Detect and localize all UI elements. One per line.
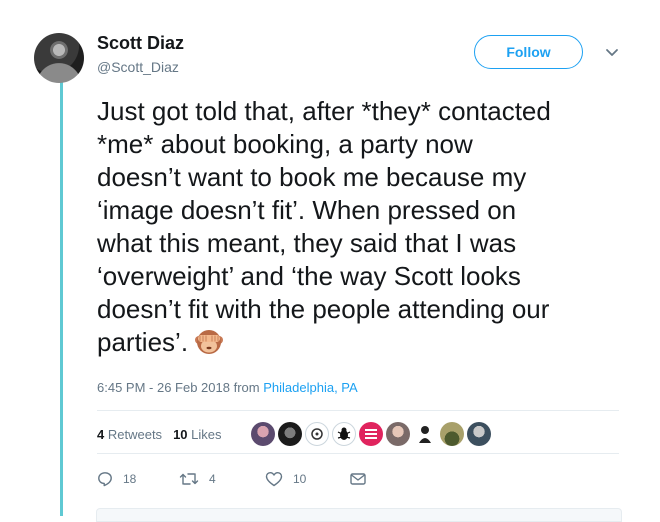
likes-label: Likes	[191, 427, 222, 442]
tweet-line: doesn’t want to book me because my	[97, 162, 527, 192]
likes-stat[interactable]: 10 Likes	[173, 427, 221, 442]
tweet-timestamp-line: 6:45 PM - 26 Feb 2018 from Philadelphia,…	[97, 380, 358, 395]
tweet-line: doesn’t fit with the people attending ou…	[97, 294, 550, 324]
tweet-stats: 4 Retweets 10 Likes	[97, 427, 233, 442]
user-display-name[interactable]: Scott Diaz	[97, 33, 184, 54]
retweets-stat[interactable]: 4 Retweets	[97, 427, 162, 442]
liker-avatar[interactable]	[386, 422, 410, 446]
liker-avatar[interactable]	[359, 422, 383, 446]
tweet-text: Just got told that, after *they* contact…	[97, 95, 627, 359]
tweet-line: what this meant, they said that I was	[97, 228, 517, 258]
envelope-icon	[350, 473, 366, 485]
from-label: from	[233, 380, 260, 395]
likes-count: 10	[173, 427, 188, 442]
reply-count: 18	[123, 472, 137, 486]
tweet-actions: 18 4 10	[97, 471, 367, 487]
like-count: 10	[293, 472, 307, 486]
tweet-timestamp[interactable]: 6:45 PM - 26 Feb 2018	[97, 380, 230, 395]
chevron-down-icon[interactable]	[604, 44, 620, 60]
thread-line	[60, 82, 63, 516]
liker-avatar[interactable]	[332, 422, 356, 446]
liker-avatar[interactable]	[440, 422, 464, 446]
tweet-line: ‘image doesn’t fit’. When pressed on	[97, 195, 517, 225]
follow-button[interactable]: Follow	[474, 35, 583, 69]
retweet-action[interactable]: 4	[179, 471, 265, 487]
retweets-label: Retweets	[107, 427, 163, 442]
tweet-location-link[interactable]: Philadelphia, PA	[263, 380, 357, 395]
direct-message-action[interactable]	[349, 471, 367, 487]
liker-avatar[interactable]	[305, 422, 329, 446]
retweet-count: 4	[209, 472, 216, 486]
liker-avatar[interactable]	[251, 422, 275, 446]
retweets-count: 4	[97, 427, 105, 442]
liker-avatar[interactable]	[413, 422, 437, 446]
see-no-evil-monkey-icon	[195, 330, 224, 354]
tweet-line: Just got told that, after *they* contact…	[97, 96, 551, 126]
heart-icon	[265, 472, 283, 487]
retweet-icon	[179, 473, 199, 485]
tweet-line: *me* about booking, a party now	[97, 129, 473, 159]
liker-avatar[interactable]	[467, 422, 491, 446]
user-avatar[interactable]	[34, 33, 84, 83]
user-handle[interactable]: @Scott_Diaz	[97, 59, 179, 75]
divider	[97, 453, 619, 454]
liker-avatar[interactable]	[278, 422, 302, 446]
tweet-line-last: parties’.	[97, 326, 627, 359]
reply-action[interactable]: 18	[97, 471, 179, 487]
tweet-line: ‘overweight’ and ‘the way Scott looks	[97, 261, 521, 291]
divider	[97, 410, 619, 411]
liker-avatars	[251, 422, 491, 446]
reply-icon	[98, 472, 112, 487]
reply-box[interactable]	[96, 508, 622, 522]
like-action[interactable]: 10	[265, 471, 349, 487]
tweet-line-last-text: parties’.	[97, 327, 189, 357]
